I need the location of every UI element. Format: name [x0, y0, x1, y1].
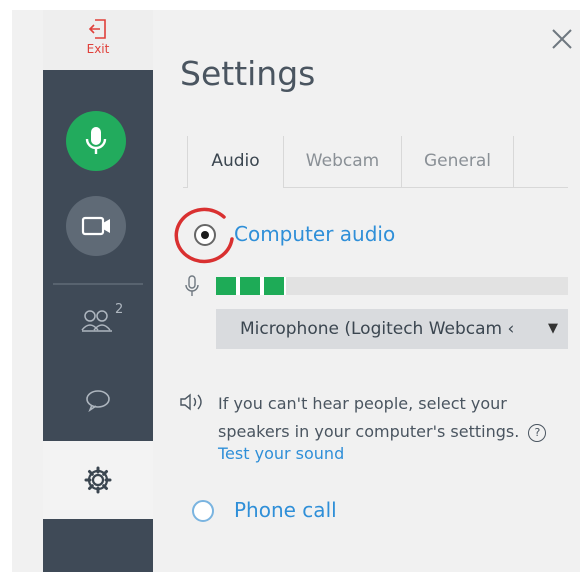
exit-button[interactable]: Exit: [43, 10, 153, 70]
microphone-device-select[interactable]: Microphone (Logitech Webcam ‹ ▼: [216, 309, 568, 349]
webcam-icon: [81, 216, 110, 236]
microphone-device-value: Microphone (Logitech Webcam ‹: [240, 319, 515, 339]
participants-count-badge: 2: [115, 302, 124, 317]
speaker-icon: [180, 393, 202, 411]
tab-general[interactable]: General: [402, 136, 514, 188]
exit-icon: [88, 19, 106, 39]
computer-audio-label[interactable]: Computer audio: [234, 222, 395, 246]
microphone-level-icon: [185, 275, 199, 296]
tab-webcam[interactable]: Webcam: [284, 136, 402, 188]
mic-level-fill: [216, 277, 287, 295]
chevron-down-icon: ▼: [548, 321, 558, 336]
chat-icon[interactable]: [84, 388, 112, 412]
mic-level-meter: [216, 277, 568, 295]
speaker-help-message: If you can't hear people, select your sp…: [218, 394, 520, 441]
computer-audio-radio[interactable]: [194, 224, 216, 246]
phone-call-radio[interactable]: [192, 500, 214, 522]
gear-icon: [84, 466, 112, 494]
phone-call-label[interactable]: Phone call: [234, 498, 337, 522]
microphone-toggle-button[interactable]: [66, 111, 126, 171]
close-icon[interactable]: [549, 26, 575, 52]
speaker-help-text: If you can't hear people, select your sp…: [218, 390, 563, 446]
microphone-icon: [85, 127, 107, 154]
rail-divider: [53, 283, 143, 285]
tab-audio[interactable]: Audio: [187, 136, 284, 188]
help-icon[interactable]: ?: [528, 424, 547, 442]
radio-selected-dot: [201, 231, 209, 239]
page-title: Settings: [180, 54, 316, 93]
test-sound-link[interactable]: Test your sound: [218, 444, 344, 463]
webcam-toggle-button[interactable]: [66, 196, 126, 256]
exit-label: Exit: [86, 42, 110, 56]
